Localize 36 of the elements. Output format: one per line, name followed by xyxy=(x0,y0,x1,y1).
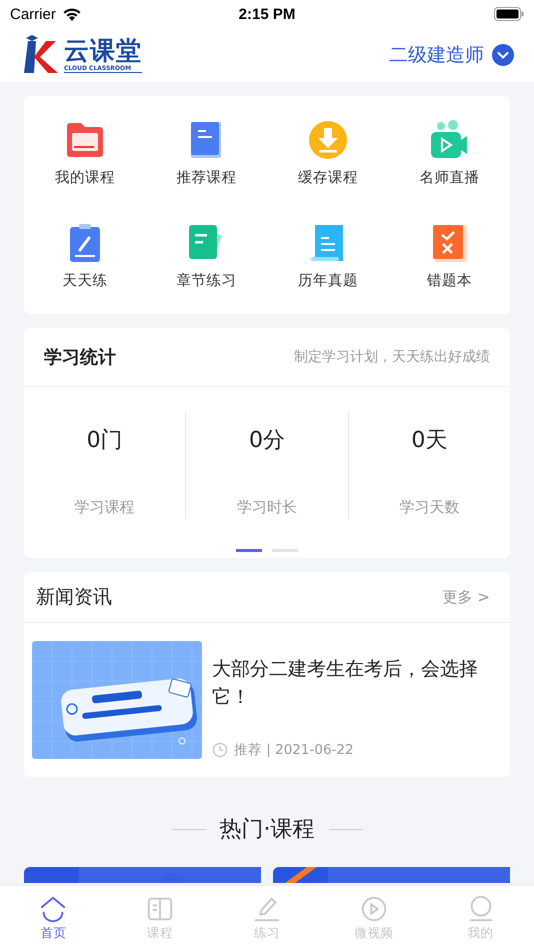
shortcut-item[interactable]: 错题本 xyxy=(388,205,510,308)
pencil-icon xyxy=(252,894,281,922)
clock-time: 2:15 PM xyxy=(238,6,296,22)
shortcut-item[interactable]: 缓存课程 xyxy=(267,102,388,205)
logo-text: 云课堂 xyxy=(64,37,142,65)
video-camera-icon xyxy=(429,120,470,160)
battery-icon xyxy=(494,7,524,21)
article-meta: 推荐 | 2021-06-22 xyxy=(234,741,354,759)
section-title: 新闻资讯 xyxy=(36,585,112,610)
stat-value: 0天 xyxy=(411,427,448,455)
shortcut-item[interactable]: 章节练习 xyxy=(146,205,267,308)
chevron-down-icon xyxy=(492,44,514,66)
stat-label: 学习天数 xyxy=(399,498,460,517)
shortcut-item[interactable]: 名师直播 xyxy=(388,102,510,205)
shortcut-item[interactable]: 推荐课程 xyxy=(146,102,267,205)
play-icon xyxy=(360,894,388,922)
shortcut-item[interactable]: 历年真题 xyxy=(267,205,388,308)
stat-label: 学习时长 xyxy=(236,498,297,517)
wifi-icon xyxy=(62,6,82,22)
section-subtitle: 制定学习计划，天天练出好成绩 xyxy=(294,348,490,366)
section-title: 热门·课程 xyxy=(220,816,314,844)
home-icon xyxy=(39,894,68,922)
tab-item[interactable]: 首页 xyxy=(0,886,107,950)
stat-label: 学习课程 xyxy=(74,498,135,517)
carrier-label: Carrier xyxy=(10,6,56,22)
download-icon xyxy=(308,120,348,160)
shortcut-item[interactable]: 天天练 xyxy=(24,205,146,308)
exam-selector[interactable]: 二级建造师 xyxy=(389,42,514,68)
section-title: 学习统计 xyxy=(44,346,116,369)
folder-icon xyxy=(64,120,105,160)
stat-value: 0分 xyxy=(248,427,285,455)
page-indicator[interactable] xyxy=(236,549,262,552)
stat-value: 0门 xyxy=(86,427,123,455)
article-headline[interactable]: 大部分二建考生在考后，会选择它！ xyxy=(212,655,502,711)
shortcut-item[interactable]: 我的课程 xyxy=(24,102,146,205)
clock-icon xyxy=(212,742,228,758)
